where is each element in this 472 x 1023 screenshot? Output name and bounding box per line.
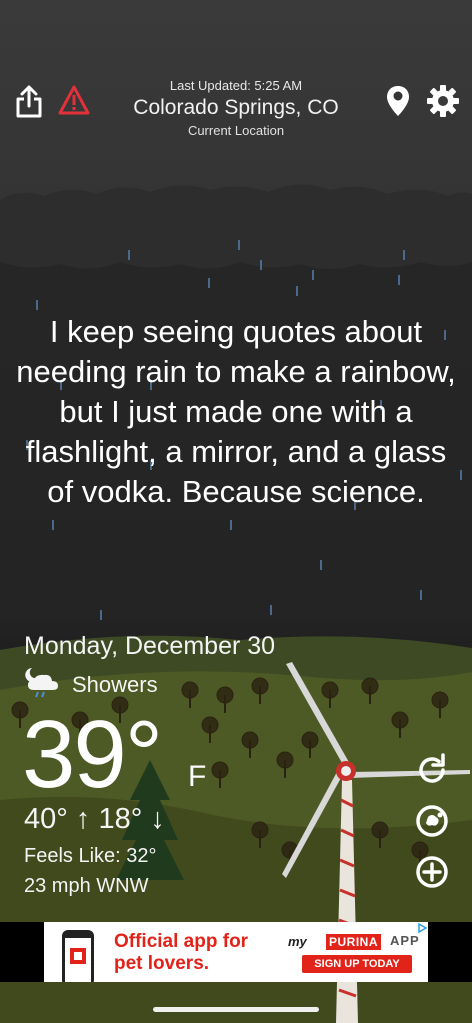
location-button[interactable] [386,84,410,118]
refresh-button[interactable] [414,752,450,788]
ad-banner[interactable]: Official app for pet lovers. my PURINA A… [44,922,428,982]
last-updated-time: Last Updated: 5:25 AM [169,78,303,93]
refresh-icon [419,753,445,783]
location-subtitle: Current Location [187,123,285,138]
phone-app-icon [62,930,94,982]
ad-app-label: APP [390,933,420,948]
ad-headline: Official app for pet lovers. [114,931,249,974]
weather-condition: Showers [72,672,158,697]
current-temperature: 39° [22,701,163,808]
settings-button[interactable] [426,84,460,118]
add-location-button[interactable] [414,854,450,890]
home-indicator[interactable] [153,1007,319,1012]
share-button[interactable] [14,84,44,118]
night-cloud-rain-icon [25,668,58,698]
feels-like-temperature: Feels Like: 32° [24,845,157,867]
ad-choices-icon[interactable] [418,923,427,933]
temperature-unit[interactable]: F [188,760,206,794]
share-icon [16,85,42,118]
ad-brand-prefix: my [288,934,307,949]
forecast-date: Monday, December 30 [24,632,276,660]
high-low-temperature: 40° ↑ 18° ↓ [24,803,165,835]
location-name[interactable]: Colorado Springs, CO [86,96,386,120]
map-pin-icon [387,86,409,116]
plus-circle-icon [416,856,448,888]
ad-cta-button[interactable]: SIGN UP TODAY [302,955,412,973]
radar-button[interactable] [414,803,450,839]
ad-brand-logo: PURINA [326,934,382,950]
weather-quote[interactable]: I keep seeing quotes about needing rain … [14,312,458,512]
gear-icon [427,85,459,117]
wind-speed: 23 mph WNW [24,875,149,897]
radar-icon [416,805,448,837]
